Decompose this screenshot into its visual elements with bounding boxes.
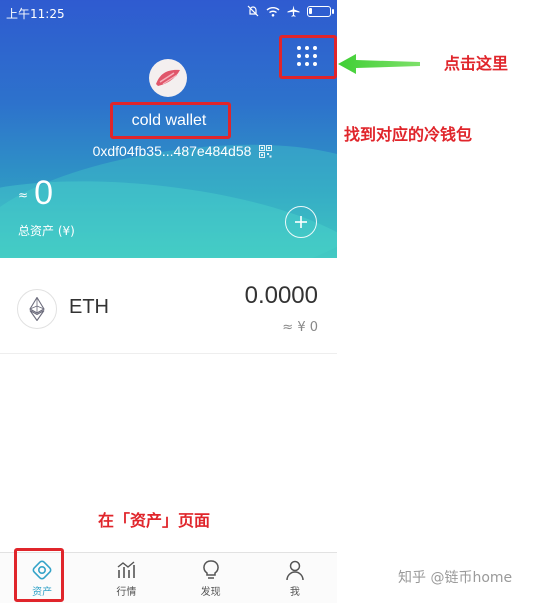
asset-fiat-value: ≈ ¥ 0	[282, 320, 318, 335]
alarm-off-icon	[247, 5, 259, 17]
total-assets-label: 总资产 (¥)	[18, 224, 75, 238]
tab-profile[interactable]: 我	[253, 553, 337, 603]
tab-discover[interactable]: 发现	[169, 553, 253, 603]
total-balance: ≈ 0	[18, 174, 53, 212]
highlight-assets-tab	[14, 548, 64, 602]
wallet-address-row: 0xdf04fb35...487e484d58	[0, 140, 337, 162]
approx-sign: ≈	[18, 188, 29, 202]
airplane-icon	[287, 5, 300, 17]
status-bar: 上午11:25	[0, 0, 337, 26]
total-value: 0	[34, 174, 53, 212]
wallet-avatar[interactable]	[149, 59, 187, 97]
plus-icon	[295, 216, 307, 228]
wallet-address: 0xdf04fb35...487e484d58	[92, 143, 252, 159]
annotation-find-wallet: 找到对应的冷钱包	[344, 125, 473, 144]
tab-label: 行情	[116, 586, 137, 598]
status-icons	[247, 5, 334, 17]
highlight-wallet-name	[110, 102, 231, 139]
profile-icon	[286, 560, 304, 580]
market-chart-icon	[117, 560, 136, 578]
lightbulb-icon	[202, 559, 219, 579]
annotation-assets-page: 在「资产」页面	[98, 511, 211, 530]
tab-market[interactable]: 行情	[84, 553, 168, 603]
qr-code-icon[interactable]	[259, 144, 273, 158]
asset-amount: 0.0000	[244, 282, 318, 309]
watermark: 知乎 @链币home	[398, 570, 513, 586]
wifi-icon	[266, 6, 280, 17]
wallet-logo-icon	[156, 69, 180, 86]
status-time: 上午11:25	[6, 7, 65, 21]
ethereum-icon	[17, 289, 57, 329]
highlight-menu-button	[279, 35, 337, 79]
tab-label: 我	[289, 586, 300, 598]
phone-screen: 上午11:25 cold wallet 0xdf04fb35...487e484…	[0, 0, 337, 603]
battery-icon	[307, 5, 334, 17]
add-asset-button[interactable]	[285, 206, 317, 238]
tab-label: 发现	[200, 586, 221, 598]
green-arrow-icon	[338, 54, 420, 74]
asset-list-item[interactable]: ETH 0.0000 ≈ ¥ 0	[0, 262, 337, 354]
annotation-click-here: 点击这里	[444, 54, 509, 73]
asset-symbol: ETH	[69, 296, 109, 318]
